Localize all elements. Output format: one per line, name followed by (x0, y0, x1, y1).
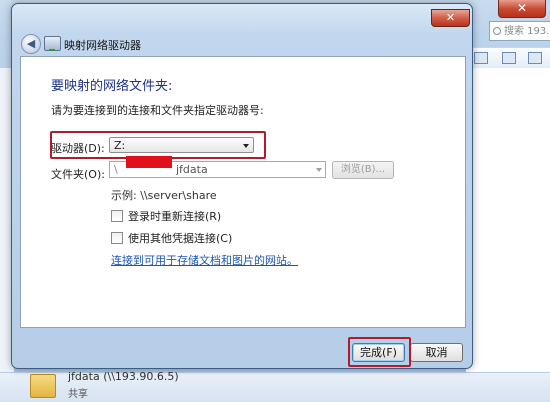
website-connect-link[interactable]: 连接到可用于存储文档和图片的网站。 (111, 252, 298, 268)
search-placeholder: 搜索 193.9... (504, 26, 550, 37)
search-icon (493, 27, 501, 35)
back-arrow-icon[interactable]: ◀ (21, 34, 41, 54)
background-close-icon[interactable]: ✕ (498, 0, 546, 18)
cancel-button[interactable]: 取消 (410, 343, 463, 362)
reconnect-checkbox[interactable]: 登录时重新连接(R) (111, 208, 221, 224)
background-toolbar (466, 47, 550, 68)
page-heading: 要映射的网络文件夹: (51, 79, 173, 94)
background-content-pane (466, 68, 550, 378)
background-folder-type: 共享 (68, 389, 88, 400)
dialog-title: 映射网络驱动器 (64, 39, 141, 52)
view-icon[interactable] (474, 52, 488, 64)
folder-label: 文件夹(O): (51, 168, 105, 181)
help-icon[interactable] (528, 52, 542, 64)
map-network-drive-dialog: ✕ ◀ 映射网络驱动器 要映射的网络文件夹: 请为要连接到的连接和文件夹指定驱动… (11, 3, 473, 369)
browse-button[interactable]: 浏览(B)... (332, 161, 394, 179)
folder-icon (30, 374, 56, 398)
close-icon[interactable]: ✕ (431, 9, 470, 27)
credentials-label: 使用其他凭据连接(C) (128, 232, 233, 245)
folder-path-input[interactable]: \ jfdata (109, 156, 326, 178)
background-folder-name: jfdata (\\193.90.6.5) (68, 370, 179, 383)
reconnect-label: 登录时重新连接(R) (128, 210, 222, 223)
folder-path-suffix: jfdata (176, 163, 208, 176)
checkbox-icon[interactable] (111, 210, 123, 222)
drive-highlight-frame (50, 131, 266, 159)
dialog-content: 要映射的网络文件夹: 请为要连接到的连接和文件夹指定驱动器号: 驱动器(D): … (20, 56, 466, 328)
folder-path-prefix: \ (114, 163, 118, 176)
background-search-input[interactable]: 搜索 193.9... (489, 21, 550, 41)
folder-dropdown-arrow-icon[interactable] (316, 168, 322, 172)
preview-pane-icon[interactable] (502, 52, 516, 64)
redaction-mark (126, 156, 172, 168)
credentials-checkbox[interactable]: 使用其他凭据连接(C) (111, 230, 232, 246)
finish-highlight-frame (348, 337, 411, 367)
checkbox-icon[interactable] (111, 232, 123, 244)
network-drive-icon (44, 36, 61, 51)
example-text: 示例: \\server\share (111, 189, 217, 202)
instruction-text: 请为要连接到的连接和文件夹指定驱动器号: (51, 104, 264, 117)
